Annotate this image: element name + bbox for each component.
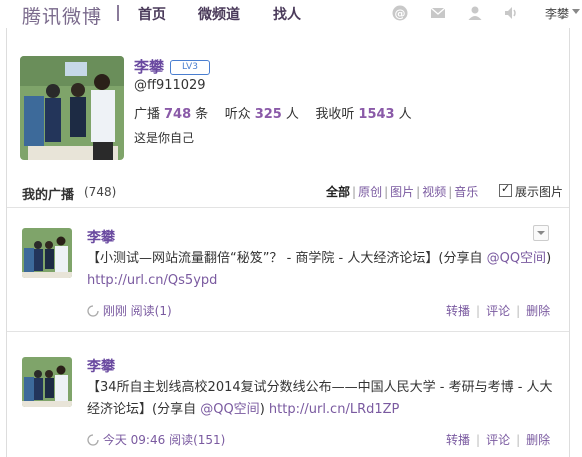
profile-avatar[interactable] [20,56,124,160]
section-title: 我的广播 [22,188,75,203]
share-source-link[interactable]: @QQ空间 [200,402,259,417]
brand-separator [117,5,119,21]
speaker-icon[interactable] [502,4,520,22]
repost-button[interactable]: 转播 [446,433,470,447]
chevron-down-icon[interactable] [572,9,580,14]
post-time[interactable]: 刚刚 [103,304,127,318]
post-avatar[interactable] [22,357,72,407]
delete-button[interactable]: 删除 [526,304,550,318]
delete-button[interactable]: 删除 [526,433,550,447]
nav-home[interactable]: 首页 [138,4,166,24]
post-text: 【34所自主划线高校2014复试分数线公布——中国人民大学 - 考研与考博 - … [87,377,561,421]
brand-logo[interactable]: 腾讯微博 [22,2,102,29]
post-meta: 刚刚 阅读(1) [87,302,172,319]
filter-all[interactable]: 全部 [326,185,350,199]
mail-icon[interactable] [429,4,447,22]
level-badge[interactable]: LV3 [170,60,210,75]
section-count: (748) [84,185,117,199]
listeners-unit: 人 [285,107,299,122]
post-menu-button[interactable] [533,225,549,241]
user-icon[interactable] [466,4,484,22]
profile-name[interactable]: 李攀 [134,56,164,77]
top-username[interactable]: 李攀 [545,5,569,22]
filter-original[interactable]: 原创 [358,185,382,199]
following-count[interactable]: 1543 [358,107,394,122]
post-actions: 转播 | 评论 | 删除 [446,304,551,318]
following-unit: 人 [398,107,412,122]
broadcast-label: 广播 [134,107,161,122]
post-author[interactable]: 李攀 [87,227,115,247]
filter-music[interactable]: 音乐 [454,185,478,199]
post-reads[interactable]: 阅读(151) [169,433,225,447]
broadcast-icon [87,305,99,317]
nav-find-people[interactable]: 找人 [273,4,301,24]
post-body-tail: ) [259,402,269,417]
nav-channel[interactable]: 微频道 [198,4,240,24]
comment-button[interactable]: 评论 [486,304,510,318]
right-border [569,28,570,457]
post-avatar[interactable] [22,228,72,278]
section-divider [7,207,569,208]
profile-bio: 这是你自己 [134,131,195,145]
post-time[interactable]: 今天 09:46 [103,433,165,447]
filter-video[interactable]: 视频 [422,185,446,199]
show-images-checkbox[interactable] [499,182,512,197]
listeners-count[interactable]: 325 [255,107,282,122]
profile-handle: @ff911029 [134,78,206,93]
repost-button[interactable]: 转播 [446,304,470,318]
post-body: 【小测试—网站流量翻倍“秘笈”？ - 商学院 - 人大经济论坛】(分享自 [87,251,487,266]
broadcast-icon [87,434,99,446]
post-url-link[interactable]: http://url.cn/LRd1ZP [269,402,399,417]
post-author[interactable]: 李攀 [87,356,115,376]
post-actions: 转播 | 评论 | 删除 [446,433,551,447]
post-meta: 今天 09:46 阅读(151) [87,431,225,448]
broadcast-unit: 条 [195,107,209,122]
filter-tabs: 全部 | 原创 | 图片 | 视频 | 音乐 [326,185,479,199]
post-body-tail: ) [546,251,552,266]
comment-button[interactable]: 评论 [486,433,510,447]
show-images-label: 展示图片 [515,185,564,199]
listeners-label: 听众 [224,107,251,122]
post-url-link[interactable]: http://url.cn/Qs5ypd [87,273,217,288]
left-border [6,28,7,457]
svg-text:@: @ [395,7,406,20]
at-icon[interactable]: @ [391,4,409,22]
profile-stats: 广播 748 条 听众 325 人 我收听 1543 人 [134,103,412,122]
following-label: 我收听 [315,107,355,122]
filter-images[interactable]: 图片 [390,185,414,199]
share-source-link[interactable]: @QQ空间 [487,251,546,266]
post-reads[interactable]: 阅读(1) [131,304,172,318]
post-text: 【小测试—网站流量翻倍“秘笈”？ - 商学院 - 人大经济论坛】(分享自 @QQ… [87,248,561,292]
top-bar: 腾讯微博 首页 微频道 找人 @ 李攀 [0,0,582,28]
post-divider [7,331,569,332]
broadcast-count[interactable]: 748 [164,107,191,122]
